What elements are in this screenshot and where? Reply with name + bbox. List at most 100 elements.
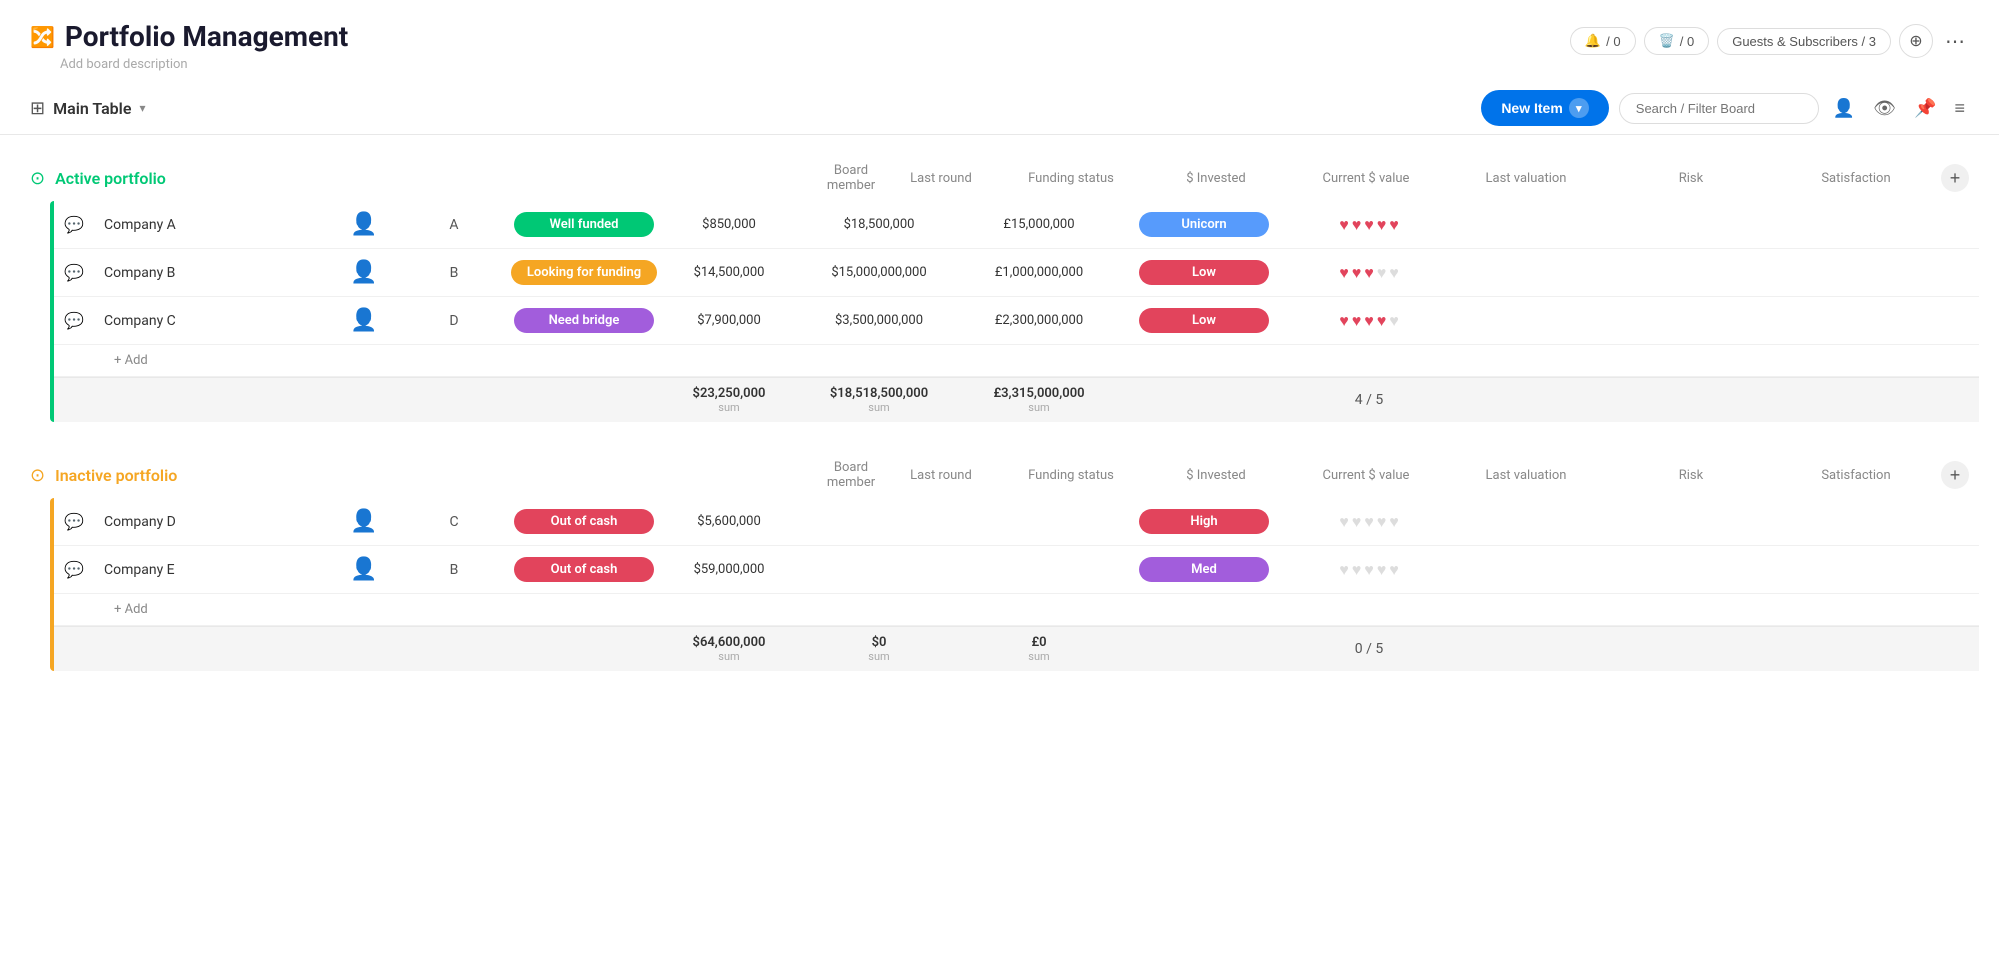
table-row[interactable]: 💬 Company C 👤 D Need bridge $7,900,000 $…	[54, 297, 1979, 345]
col-board-member-active: Board member	[811, 163, 891, 193]
inbox-button[interactable]: 🗑️ / 0	[1644, 27, 1710, 55]
invite-button[interactable]: ⊕	[1899, 24, 1933, 58]
risk-badge: High	[1139, 509, 1269, 534]
last-round-cell: D	[404, 313, 504, 329]
heart-icon: ♥	[1352, 512, 1362, 532]
comment-icon[interactable]: 💬	[64, 215, 84, 235]
heart-icon: ♥	[1339, 560, 1349, 580]
col-risk-active: Risk	[1601, 171, 1781, 186]
more-button[interactable]: ⋯	[1941, 29, 1969, 54]
page-title: Portfolio Management	[65, 20, 348, 53]
active-group-title: Active portfolio	[55, 169, 166, 188]
active-group-toggle[interactable]: ⊙	[30, 168, 45, 189]
inactive-sum-row: $64,600,000 sum $0 sum £0 sum 0 / 5	[54, 626, 1979, 671]
inactive-group-toggle[interactable]: ⊙	[30, 465, 45, 486]
active-group-add-column[interactable]: +	[1941, 164, 1969, 192]
funding-cell: Well funded	[504, 212, 664, 237]
col-current-active: Current $ value	[1281, 171, 1451, 186]
heart-icon: ♥	[1352, 263, 1362, 283]
satisfaction-cell: ♥ ♥ ♥ ♥ ♥	[1294, 560, 1444, 580]
comment-cell: 💬	[54, 512, 94, 532]
guests-button[interactable]: Guests & Subscribers / 3	[1717, 28, 1891, 55]
board-description[interactable]: Add board description	[60, 57, 348, 72]
search-input[interactable]	[1619, 93, 1819, 124]
col-board-member-inactive: Board member	[811, 460, 891, 490]
comment-icon[interactable]: 💬	[64, 311, 84, 331]
table-row[interactable]: 💬 Company D 👤 C Out of cash $5,600,000 H…	[54, 498, 1979, 546]
heart-icon: ♥	[1389, 215, 1399, 235]
risk-badge: Low	[1139, 260, 1269, 285]
col-satisfaction-active: Satisfaction	[1781, 171, 1931, 186]
main-table-label[interactable]: Main Table	[53, 99, 131, 118]
notification-icon: 🔔	[1585, 33, 1601, 49]
heart-icon: ♥	[1352, 311, 1362, 331]
comment-cell: 💬	[54, 215, 94, 235]
heart-icon: ♥	[1389, 311, 1399, 331]
funding-badge: Well funded	[514, 212, 654, 237]
board-member-cell: 👤	[324, 509, 404, 534]
funding-cell: Out of cash	[504, 509, 664, 534]
title-row: 🔀 Portfolio Management	[30, 20, 348, 53]
inactive-group-add-column[interactable]: +	[1941, 461, 1969, 489]
filter-icon[interactable]: ≡	[1950, 94, 1969, 123]
invested-cell: $7,900,000	[664, 313, 794, 328]
table-icon: ⊞	[30, 98, 45, 119]
col-risk-inactive: Risk	[1601, 468, 1781, 483]
sum-current-active: $18,518,500,000 sum	[794, 386, 964, 414]
col-current-inactive: Current $ value	[1281, 468, 1451, 483]
sum-satisfaction-active: 4 / 5	[1294, 392, 1444, 408]
avatar-icon: 👤	[350, 557, 377, 582]
notifications-button[interactable]: 🔔 / 0	[1570, 27, 1636, 55]
header-left: 🔀 Portfolio Management Add board descrip…	[30, 20, 348, 72]
more-icon: ⋯	[1945, 31, 1965, 53]
comment-icon[interactable]: 💬	[64, 263, 84, 283]
person-icon[interactable]: 👤	[1829, 94, 1859, 123]
inbox-icon: 🗑️	[1659, 33, 1675, 49]
comment-cell: 💬	[54, 263, 94, 283]
company-name-cell: Company A	[94, 211, 324, 239]
inactive-add-label: + Add	[114, 602, 148, 617]
board-member-cell: 👤	[324, 260, 404, 285]
inactive-portfolio-group: ⊙ Inactive portfolio Board member Last r…	[20, 452, 1979, 671]
sum-valuation-inactive: £0 sum	[964, 635, 1114, 663]
header-right: 🔔 / 0 🗑️ / 0 Guests & Subscribers / 3 ⊕ …	[1570, 24, 1969, 58]
last-round-cell: A	[404, 217, 504, 233]
last-round-cell: B	[404, 265, 504, 281]
table-row[interactable]: 💬 Company B 👤 B Looking for funding $14,…	[54, 249, 1979, 297]
inactive-group-title: Inactive portfolio	[55, 466, 177, 485]
risk-badge: Med	[1139, 557, 1269, 582]
satisfaction-cell: ♥ ♥ ♥ ♥ ♥	[1294, 263, 1444, 283]
new-item-dropdown-icon[interactable]: ▾	[1569, 98, 1589, 118]
eye-icon[interactable]: 👁	[1869, 94, 1900, 123]
active-sum-row: $23,250,000 sum $18,518,500,000 sum £3,3…	[54, 377, 1979, 422]
board-member-cell: 👤	[324, 308, 404, 333]
heart-icon: ♥	[1339, 512, 1349, 532]
company-name-cell: Company E	[94, 556, 324, 584]
active-add-row[interactable]: + Add	[54, 345, 1979, 377]
comment-icon[interactable]: 💬	[64, 560, 84, 580]
table-row[interactable]: 💬 Company A 👤 A Well funded $850,000 $18…	[54, 201, 1979, 249]
inactive-add-row[interactable]: + Add	[54, 594, 1979, 626]
new-item-button[interactable]: New Item ▾	[1481, 90, 1608, 126]
invested-cell: $850,000	[664, 217, 794, 232]
pin-icon[interactable]: 📌	[1910, 94, 1940, 123]
table-row[interactable]: 💬 Company E 👤 B Out of cash $59,000,000 …	[54, 546, 1979, 594]
table-chevron-icon[interactable]: ▾	[139, 101, 145, 115]
comment-icon[interactable]: 💬	[64, 512, 84, 532]
company-name-cell: Company D	[94, 508, 324, 536]
heart-icon: ♥	[1352, 215, 1362, 235]
last-valuation-cell: £1,000,000,000	[964, 265, 1114, 280]
share-icon[interactable]: 🔀	[30, 25, 55, 49]
toolbar-right: New Item ▾ 👤 👁 📌 ≡	[1481, 90, 1969, 126]
heart-icon: ♥	[1377, 215, 1387, 235]
guests-label: Guests & Subscribers / 3	[1732, 34, 1876, 49]
satisfaction-cell: ♥ ♥ ♥ ♥ ♥	[1294, 512, 1444, 532]
company-name-cell: Company C	[94, 307, 324, 335]
funding-badge: Out of cash	[514, 509, 654, 534]
active-group-header: ⊙ Active portfolio Board member Last rou…	[20, 155, 1979, 201]
satisfaction-cell: ♥ ♥ ♥ ♥ ♥	[1294, 215, 1444, 235]
sum-satisfaction-inactive: 0 / 5	[1294, 641, 1444, 657]
current-value-cell: $18,500,000	[794, 217, 964, 232]
inactive-table: 💬 Company D 👤 C Out of cash $5,600,000 H…	[50, 498, 1979, 671]
invite-icon: ⊕	[1909, 31, 1922, 51]
